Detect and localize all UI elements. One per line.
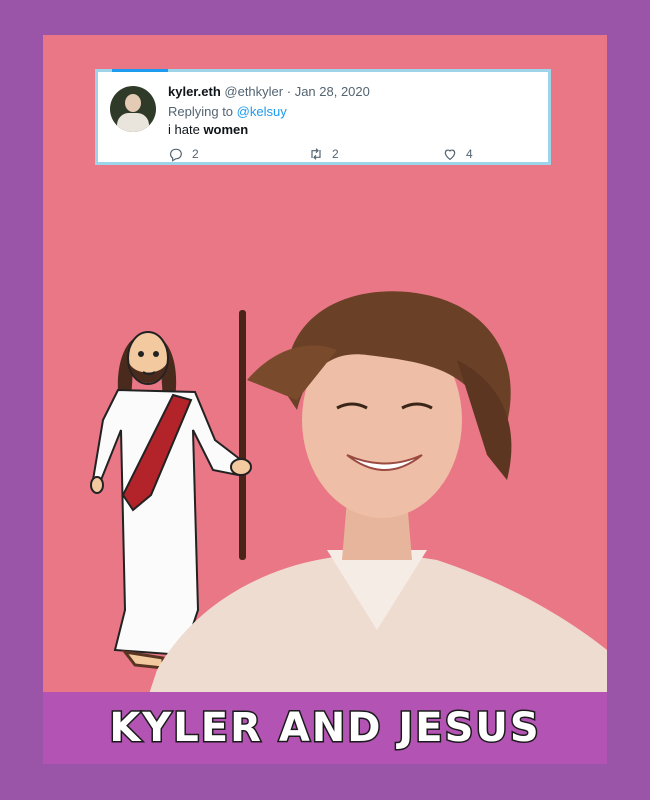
banner-title: KYLER AND JESUS	[108, 704, 541, 753]
tweet-replying-to: Replying to @kelsuy	[168, 104, 287, 119]
retweet-count: 2	[332, 147, 339, 161]
tweet-meta: kyler.eth @ethkyler · Jan 28, 2020	[168, 84, 370, 99]
tweet-card[interactable]: kyler.eth @ethkyler · Jan 28, 2020 Reply…	[95, 69, 551, 165]
tweet-text: i hate women	[168, 122, 248, 137]
poster-frame: kyler.eth @ethkyler · Jan 28, 2020 Reply…	[43, 35, 607, 764]
reply-action[interactable]: 2	[168, 146, 199, 162]
retweet-action[interactable]: 2	[308, 146, 339, 162]
like-icon	[444, 149, 456, 161]
reply-count: 2	[192, 147, 199, 161]
avatar[interactable]	[110, 86, 156, 132]
tweet-display-name[interactable]: kyler.eth	[168, 84, 221, 99]
tweet-handle[interactable]: @ethkyler	[224, 84, 283, 99]
replying-to-mention[interactable]: @kelsuy	[237, 104, 287, 119]
tweet-accent-bar	[112, 69, 168, 72]
like-count: 4	[466, 147, 473, 161]
like-action[interactable]: 4	[442, 146, 473, 162]
replying-to-label: Replying to	[168, 104, 234, 119]
reply-icon	[170, 148, 182, 162]
tweet-date[interactable]: Jan 28, 2020	[295, 84, 370, 99]
kyler-photo	[137, 291, 607, 730]
title-banner: KYLER AND JESUS	[43, 692, 607, 764]
tweet-text-bold: women	[203, 122, 249, 137]
retweet-icon	[311, 148, 321, 160]
tweet-text-prefix: i hate	[168, 122, 200, 137]
